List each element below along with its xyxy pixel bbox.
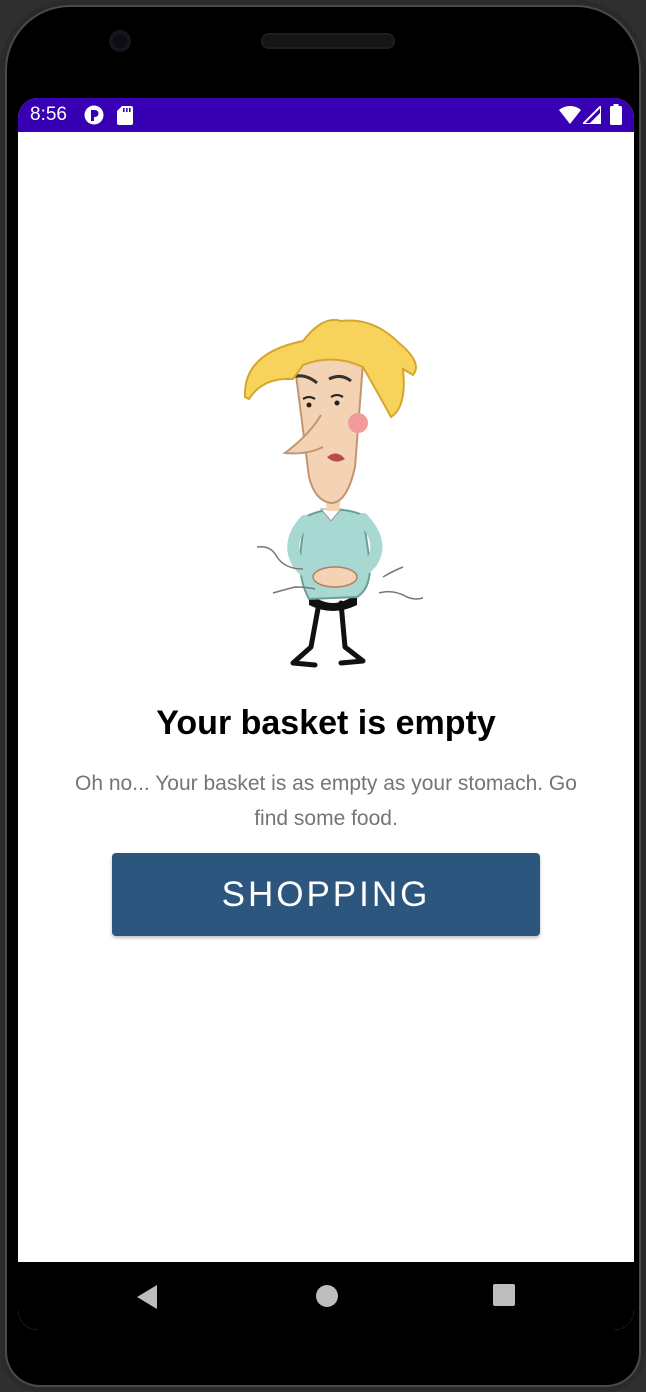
sd-card-icon	[117, 106, 133, 125]
empty-basket-view: Your basket is empty Oh no... Your baske…	[18, 132, 634, 1262]
screen: 8:56 Your basket is empty Oh no... Your …	[18, 98, 634, 1330]
navigation-bar	[18, 1262, 634, 1330]
signal-icon	[583, 106, 601, 124]
hungry-man-illustration	[243, 319, 423, 668]
notification-icon	[84, 105, 104, 125]
back-icon[interactable]	[135, 1284, 159, 1310]
wifi-icon	[559, 106, 581, 124]
status-time: 8:56	[30, 104, 67, 125]
empty-basket-message: Oh no... Your basket is as empty as your…	[75, 772, 577, 830]
empty-basket-title: Your basket is empty	[156, 704, 496, 742]
home-icon[interactable]	[315, 1284, 339, 1308]
status-bar: 8:56	[18, 98, 634, 132]
battery-icon	[610, 104, 622, 125]
shopping-button[interactable]: SHOPPING	[112, 853, 540, 936]
front-camera	[109, 30, 131, 52]
recents-icon[interactable]	[493, 1284, 515, 1306]
earpiece-speaker	[261, 33, 395, 49]
phone-frame: 8:56 Your basket is empty Oh no... Your …	[0, 0, 646, 1392]
